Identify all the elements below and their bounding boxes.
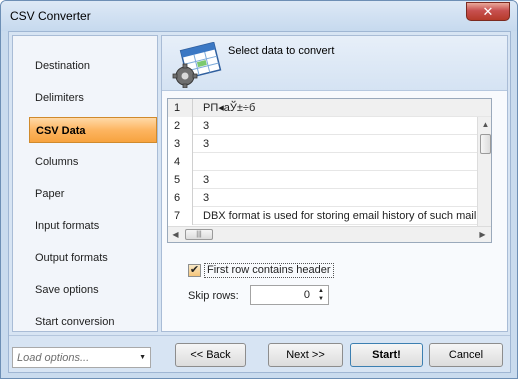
sidebar-item-paper[interactable]: Paper [13,181,157,207]
load-options-combo[interactable]: Load options... ▼ [12,347,151,368]
horizontal-scrollbar[interactable]: ◀ ||| ▶ [168,226,491,242]
window-title: CSV Converter [10,9,91,23]
vertical-scrollbar[interactable]: ▲ ▼ [477,117,491,237]
row-number: 1 [168,99,193,117]
grid-cell[interactable]: 3 [199,135,491,153]
next-button[interactable]: Next >> [268,343,343,367]
sidebar: Destination Delimiters CSV Data Columns … [12,35,158,332]
sidebar-item-destination[interactable]: Destination [13,53,157,79]
cancel-button[interactable]: Cancel [429,343,503,367]
footer-bar: Load options... ▼ << Back Next >> Start!… [9,335,510,372]
grid-cell[interactable]: 3 [199,189,491,207]
dialog-client: Destination Delimiters CSV Data Columns … [8,31,511,373]
table-row[interactable]: 7 DBX format is used for storing email h… [168,207,491,225]
table-row[interactable]: 4 [168,153,491,171]
spin-up-icon[interactable]: ▲ [316,287,326,295]
first-row-header-checkbox[interactable]: ✔ [188,264,201,277]
sidebar-item-delimiters[interactable]: Delimiters [13,85,157,111]
load-options-placeholder: Load options... [17,352,90,364]
chevron-down-icon[interactable]: ▼ [139,354,146,361]
scroll-left-icon[interactable]: ◀ [168,227,183,242]
horizontal-scroll-thumb[interactable]: ||| [185,229,213,240]
main-panel: Select data to convert 1 РП◂аЎ±÷б 2 3 3 … [161,35,508,332]
spin-down-icon[interactable]: ▼ [316,295,326,303]
scroll-right-icon[interactable]: ▶ [475,227,490,242]
start-button[interactable]: Start! [350,343,423,367]
skip-rows-value[interactable]: 0 [304,289,310,301]
checkmark-icon: ✔ [189,264,200,276]
table-gear-icon [172,42,222,88]
spin-arrows[interactable]: ▲ ▼ [316,287,326,303]
step-header: Select data to convert [162,36,507,91]
row-number: 4 [168,153,193,171]
step-header-text: Select data to convert [228,45,335,57]
vertical-scroll-thumb[interactable] [480,134,491,154]
first-row-header-label[interactable]: First row contains header [204,263,334,278]
close-button[interactable]: ✕ [466,2,510,21]
table-row[interactable]: 1 РП◂аЎ±÷б [168,99,491,117]
table-row[interactable]: 6 3 [168,189,491,207]
sidebar-item-start-conversion[interactable]: Start conversion [13,309,157,335]
sidebar-item-csv-data[interactable]: CSV Data [29,117,157,143]
grid-cell[interactable]: РП◂аЎ±÷б [199,99,491,117]
table-row[interactable]: 3 3 [168,135,491,153]
table-row[interactable]: 5 3 [168,171,491,189]
grid-cell[interactable]: 3 [199,117,491,135]
sidebar-item-output-formats[interactable]: Output formats [13,245,157,271]
scroll-up-icon[interactable]: ▲ [478,117,491,132]
sidebar-item-input-formats[interactable]: Input formats [13,213,157,239]
grid-cell[interactable] [199,153,491,171]
row-number: 5 [168,171,193,189]
skip-rows-label: Skip rows: [188,290,239,302]
title-bar: CSV Converter ✕ [1,1,517,31]
row-number: 3 [168,135,193,153]
sidebar-item-save-options[interactable]: Save options [13,277,157,303]
close-icon: ✕ [482,4,494,19]
csv-converter-window: CSV Converter ✕ Destination Delimiters C… [0,0,518,379]
row-number: 2 [168,117,193,135]
data-grid[interactable]: 1 РП◂аЎ±÷б 2 3 3 3 4 5 3 6 3 7 DBX forma… [167,98,492,243]
table-row[interactable]: 2 3 [168,117,491,135]
skip-rows-stepper[interactable]: 0 ▲ ▼ [250,285,329,305]
back-button[interactable]: << Back [175,343,246,367]
row-number: 7 [168,207,193,225]
grid-cell[interactable]: DBX format is used for storing email his… [199,207,491,225]
grid-cell[interactable]: 3 [199,171,491,189]
row-number: 6 [168,189,193,207]
sidebar-item-columns[interactable]: Columns [13,149,157,175]
